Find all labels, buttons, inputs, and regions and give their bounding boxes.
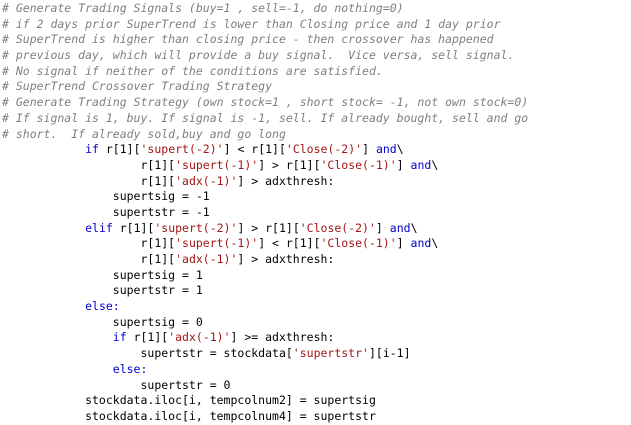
string-token: 'adx(-1)': [168, 330, 231, 345]
comment-line: # SuperTrend is higher than closing pric…: [2, 32, 494, 47]
code-editor: # Generate Trading Signals (buy=1 , sell…: [0, 0, 631, 423]
code-token: r[1][: [2, 252, 176, 266]
string-token: 'adx(-1)': [175, 252, 238, 266]
keyword-token: and: [389, 220, 411, 235]
code-token: supertsig = -1: [2, 189, 210, 204]
code-token: stockdata.iloc[i, tempcolnum2] = superts…: [2, 393, 376, 408]
string-token: 'supert(-2)': [154, 220, 238, 235]
comment-line: # SuperTrend Crossover Trading Strategy: [2, 79, 273, 94]
code-token: r[1][: [98, 142, 141, 157]
code-line: r[1]['supert(-1)'] < r[1]['Close(-1)'] a…: [0, 236, 631, 252]
comment-line: # Generate Trading Strategy (own stock=1…: [2, 95, 529, 110]
code-token: ] < r[1][: [223, 142, 286, 157]
keyword-token: and: [410, 157, 432, 172]
code-token: ]: [375, 220, 390, 235]
string-token: 'supert(-2)': [140, 142, 224, 157]
comment-line: # No signal if neither of the conditions…: [2, 63, 383, 78]
code-line: supertsig = 0: [0, 315, 631, 331]
keyword-token: else:: [85, 299, 120, 314]
code-token: r[1][: [126, 330, 169, 345]
code-line: supertstr = 0: [0, 378, 631, 394]
code-token: supertsig = 1: [2, 267, 203, 282]
keyword-token: and: [375, 142, 397, 157]
code-token: supertstr = 1: [2, 283, 203, 298]
string-token: 'supert(-1)': [175, 157, 259, 172]
comment-line: # previous day, which will provide a buy…: [2, 48, 515, 63]
code-line: supertstr = stockdata['supertstr'][i-1]: [0, 346, 631, 362]
comment-line: # If signal is 1, buy. If signal is -1, …: [2, 110, 529, 125]
code-token: \: [410, 220, 418, 235]
code-token: supertstr = -1: [2, 204, 210, 219]
code-token: supertsig = 0: [2, 314, 203, 329]
code-token: ] > r[1][: [258, 157, 321, 172]
string-token: 'supert(-1)': [175, 236, 259, 251]
code-line: supertstr = -1: [0, 205, 631, 221]
code-token: stockdata.iloc[i, tempcolnum4] = superts…: [2, 408, 376, 423]
code-line: stockdata.iloc[i, tempcolnum4] = superts…: [0, 409, 631, 425]
string-token: 'supertstr': [292, 346, 369, 361]
code-token: ][i-1]: [368, 346, 411, 361]
code-token: r[1][: [2, 157, 176, 172]
string-token: 'Close(-2)': [285, 142, 363, 157]
code-line: r[1]['supert(-1)'] > r[1]['Close(-1)'] a…: [0, 158, 631, 174]
code-line: if r[1]['supert(-2)'] < r[1]['Close(-2)'…: [0, 142, 631, 158]
code-token: ] < r[1][: [258, 236, 321, 251]
keyword-token: and: [410, 236, 432, 251]
code-line: r[1]['adx(-1)'] > adxthresh:: [0, 252, 631, 268]
code-line: else:: [0, 299, 631, 315]
code-token: ] > r[1][: [237, 220, 300, 235]
code-token: ]: [396, 236, 411, 251]
keyword-token: else:: [112, 361, 148, 376]
code-token: r[1][: [2, 173, 176, 188]
string-token: 'Close(-1)': [320, 157, 397, 172]
code-line: r[1]['adx(-1)'] > adxthresh:: [0, 174, 631, 190]
comment-line: # Generate Trading Signals (buy=1 , sell…: [2, 1, 404, 15]
code-token: supertstr = 0: [2, 377, 231, 392]
code-line: if r[1]['adx(-1)'] >= adxthresh:: [0, 330, 631, 346]
code-token: \: [396, 142, 404, 157]
code-token: ]: [396, 157, 411, 172]
code-token: ] >= adxthresh:: [230, 330, 335, 345]
code-line: supertsig = 1: [0, 268, 631, 284]
code-line: supertsig = -1: [0, 189, 631, 205]
string-token: 'adx(-1)': [175, 173, 238, 188]
code-line: elif r[1]['supert(-2)'] > r[1]['Close(-2…: [0, 221, 631, 237]
code-token: ]: [362, 142, 376, 157]
keyword-token: if: [85, 142, 99, 157]
code-line: supertstr = 1: [0, 283, 631, 299]
code-line: else:: [0, 362, 631, 378]
code-token: supertstr = stockdata[: [2, 346, 293, 361]
code-token: r[1][: [112, 220, 155, 235]
code-token: \: [431, 236, 439, 251]
keyword-token: elif: [85, 220, 113, 235]
code-token: r[1][: [2, 236, 176, 251]
string-token: 'Close(-2)': [299, 220, 376, 235]
code-line: stockdata.iloc[i, tempcolnum2] = superts…: [0, 393, 631, 409]
comment-line: # if 2 days prior SuperTrend is lower th…: [2, 16, 501, 31]
comment-line: # short. If already sold,buy and go long: [2, 126, 286, 141]
string-token: 'Close(-1)': [320, 236, 397, 251]
keyword-token: if: [112, 330, 127, 345]
code-token: \: [431, 157, 439, 172]
code-token: ] > adxthresh:: [237, 173, 335, 188]
code-token: ] > adxthresh:: [237, 252, 335, 266]
